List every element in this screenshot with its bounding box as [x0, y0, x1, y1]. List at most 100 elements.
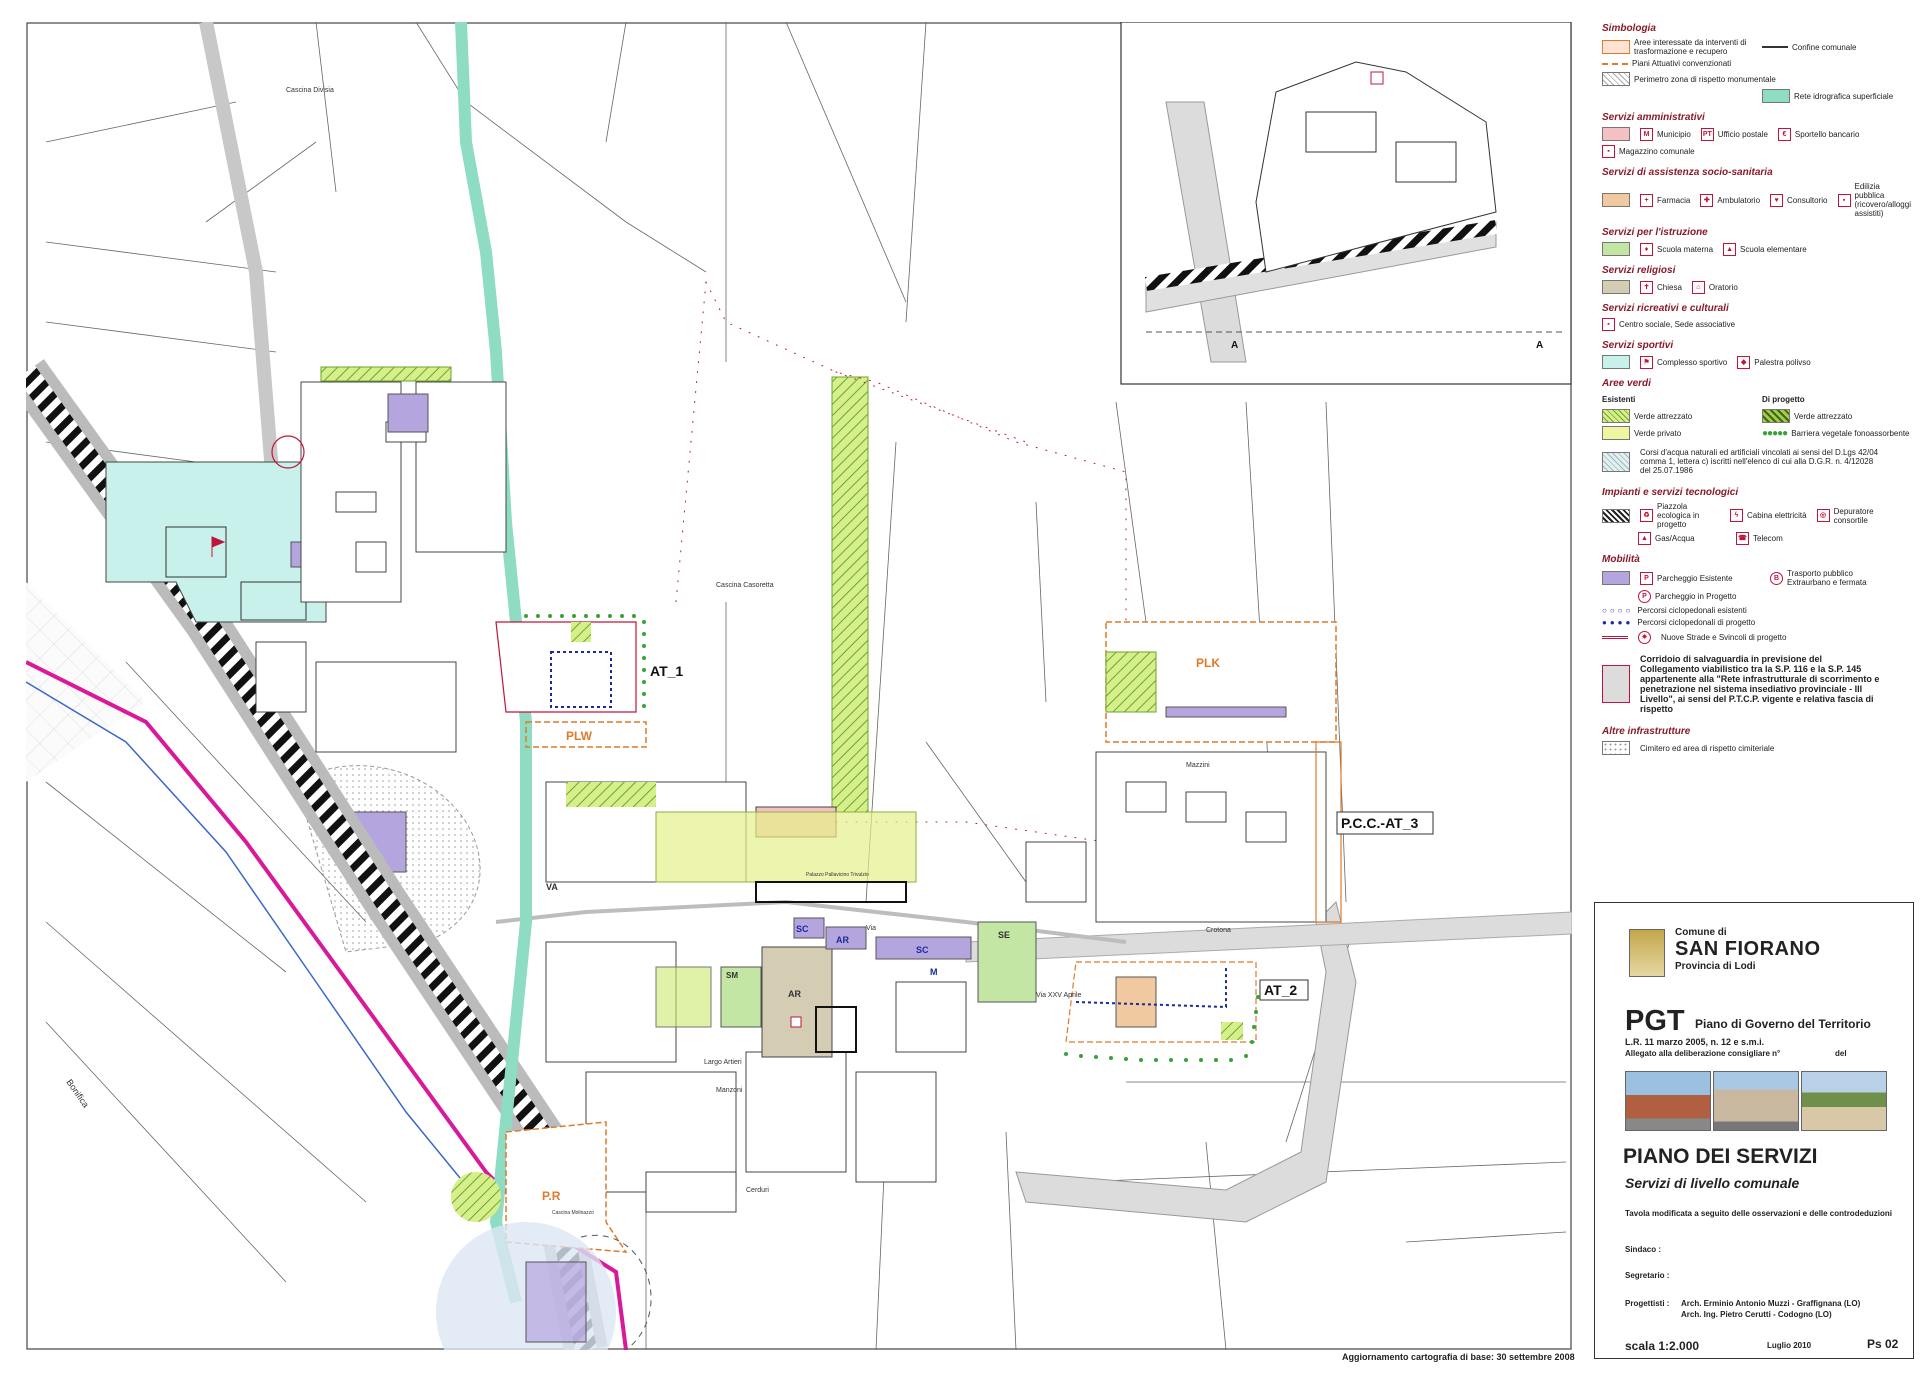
verde-attrezzato-swatch: [1602, 409, 1630, 423]
confine-swatch: [1762, 46, 1788, 48]
chiesa-legend-icon: ✝: [1640, 280, 1653, 294]
progettisti-label: Progettisti :: [1625, 1299, 1670, 1308]
corsi-label: Corsi d'acqua naturali ed artificiali vi…: [1640, 448, 1879, 475]
legend-amministrativi-title: Servizi amministrativi: [1602, 112, 1705, 123]
tavola-number: Ps 02: [1867, 1337, 1899, 1351]
legend-istruzione-title: Servizi per l'istruzione: [1602, 227, 1708, 238]
legend-sportivi-title: Servizi sportivi: [1602, 340, 1674, 351]
cabina-icon: ϟ: [1730, 509, 1743, 522]
va-label: VA: [546, 882, 558, 892]
update-note: Aggiornamento cartografia di base: 30 se…: [1342, 1352, 1575, 1362]
complesso-sportivo-legend-icon: ⚑: [1640, 355, 1653, 369]
legend-panel: Simbologia Aree interessate da intervent…: [1602, 14, 1914, 758]
date: Luglio 2010: [1767, 1341, 1812, 1350]
allegato: Allegato alla deliberazione consigliare …: [1625, 1049, 1781, 1058]
plk-area[interactable]: [1105, 621, 1337, 743]
lr-reference: L.R. 11 marzo 2005, n. 12 e s.m.i.: [1625, 1037, 1765, 1047]
photo-chiesa: [1713, 1071, 1799, 1131]
cimitero-swatch: [1602, 741, 1630, 755]
plw-label: PLW: [566, 729, 593, 743]
pgt-full: Piano di Governo del Territorio: [1695, 1017, 1871, 1031]
legend-religiosi-title: Servizi religiosi: [1602, 265, 1676, 276]
largo-artieri-label: Largo Artieri: [704, 1059, 742, 1066]
rete-swatch: [1762, 89, 1790, 103]
legend-perimetro: Perimetro zona di rispetto monumentale: [1602, 72, 1776, 86]
map-canvas[interactable]: AT_1 PLW VA Palazzo Pallavicino Trivulzi…: [26, 22, 1572, 1350]
verde-strip-2: [566, 782, 656, 807]
legend-confine: Confine comunale: [1762, 43, 1856, 52]
inset-a1: A: [1231, 340, 1238, 351]
legend-aree: Aree interessate da interventi di trasfo…: [1602, 38, 1752, 56]
piani-swatch: [1602, 62, 1628, 65]
comune-di: Comune di: [1675, 927, 1727, 938]
plk-label: PLK: [1196, 656, 1220, 670]
progetto-label: Di progetto: [1762, 395, 1805, 404]
provincia: Provincia di Lodi: [1675, 961, 1756, 972]
sportivi-swatch: [1602, 355, 1630, 369]
esistenti-label: Esistenti: [1602, 395, 1636, 404]
photo-municipio: [1625, 1071, 1711, 1131]
ar-label-1: AR: [788, 989, 801, 999]
parcheggio-progetto-icon: P: [1638, 590, 1651, 603]
bus-icon: B: [1770, 571, 1783, 585]
inset-a2: A: [1536, 340, 1543, 351]
centro-sociale-icon: ▪: [1602, 318, 1615, 331]
magazzino-icon: ▪: [1602, 145, 1615, 158]
pgt-acronym: PGT: [1625, 1005, 1685, 1037]
svincolo-icon: ✷: [1638, 631, 1651, 644]
cerduri-label: Cerduri: [746, 1187, 769, 1194]
scuola-elementare-icon: ▲: [1723, 242, 1737, 256]
barriera-icon: ●●●●●: [1762, 427, 1788, 439]
mazzini-label: Mazzini: [1186, 762, 1210, 769]
oratorio-icon: ⌂: [1691, 280, 1705, 294]
legend-sanitaria-title: Servizi di assistenza socio-sanitaria: [1602, 167, 1773, 178]
legend-simbologia-title: Simbologia: [1602, 23, 1656, 34]
at1-area[interactable]: [495, 621, 637, 713]
legend-culturali-title: Servizi ricreativi e culturali: [1602, 303, 1729, 314]
chiesa-icon: [790, 1016, 802, 1028]
parco-lungo[interactable]: [831, 376, 869, 813]
corsi-swatch: [1602, 451, 1630, 472]
gas-icon: ▲: [1638, 532, 1651, 545]
ar-label-2: AR: [836, 935, 849, 945]
sm-label: SM: [726, 971, 738, 980]
se-label: SE: [998, 930, 1010, 940]
municipio-icon: M: [1640, 127, 1653, 141]
ufficio-postale-icon: PT: [1700, 127, 1714, 141]
edilizia-icon: ▪: [1837, 193, 1851, 207]
photo-villa: [1801, 1071, 1887, 1131]
cascina-divisia-label: Cascina Divisia: [286, 87, 334, 94]
sc-label-2: SC: [916, 945, 929, 955]
cascina-casoretta-label: Cascina Casoretta: [716, 582, 774, 589]
parcheggio-swatch: [1602, 571, 1630, 585]
verde-privato-swatch: [1602, 426, 1630, 440]
sindaco-label: Sindaco :: [1625, 1245, 1662, 1254]
ciclo-progetto-icon: ●●●●: [1602, 618, 1634, 627]
legend-impianti-title: Impianti e servizi tecnologici: [1602, 487, 1739, 498]
m-label: M: [930, 967, 938, 977]
parcheggio-1[interactable]: [387, 393, 429, 433]
impianti-swatch: [1602, 508, 1630, 523]
consultorio-icon: ♥: [1770, 193, 1784, 207]
comune-crest-icon: [1629, 929, 1665, 977]
farmacia-icon: +: [1640, 193, 1653, 207]
telecom-icon: ☎: [1736, 532, 1749, 545]
document-subtitle: Servizi di livello comunale: [1625, 1175, 1800, 1191]
palestra-icon: ◆: [1737, 355, 1751, 369]
comune-name: SAN FIORANO: [1675, 938, 1821, 960]
del-label: del: [1835, 1049, 1847, 1058]
title-block: Comune di SAN FIORANO Provincia di Lodi …: [1594, 902, 1914, 1359]
corridoio-label: Corridoio di salvaguardia in previsione …: [1640, 654, 1880, 714]
crotona-label: Crotona: [1206, 927, 1231, 934]
via-label: Via: [866, 925, 876, 932]
verde-progetto-swatch: [1762, 409, 1790, 423]
document-note: Tavola modificata a seguito delle osserv…: [1625, 1209, 1893, 1218]
cascina-molinazzo-label: Cascina Molinazzo: [552, 1210, 594, 1216]
pr-label: P.R: [542, 1189, 561, 1203]
legend-verdi-title: Aree verdi: [1602, 378, 1651, 389]
at2-area[interactable]: [1065, 961, 1257, 1043]
legend-mobilita-title: Mobilità: [1602, 554, 1640, 565]
sportello-bancario-icon: €: [1777, 127, 1791, 141]
segretario-label: Segretario :: [1625, 1271, 1670, 1280]
ambulatorio-icon: ✚: [1700, 193, 1714, 207]
